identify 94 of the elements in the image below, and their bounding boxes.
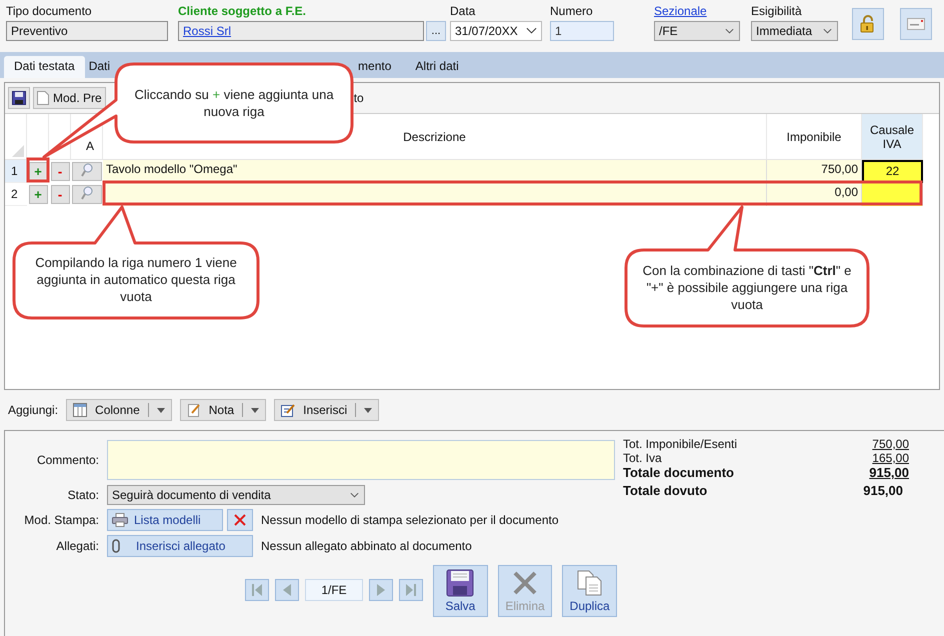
field-label: Tipo documento — [6, 4, 93, 19]
tab[interactable]: Dati — [86, 56, 112, 78]
column-header: Causale IVA — [862, 114, 923, 159]
total-value: 750,00 — [872, 437, 909, 451]
email-button[interactable] — [900, 8, 932, 40]
lock-button[interactable] — [852, 8, 884, 40]
model-list-button[interactable]: Lista modelli — [107, 509, 223, 531]
tab[interactable]: mento — [348, 56, 402, 78]
next-record-button[interactable] — [369, 579, 393, 601]
print-model-label: Mod. Stampa: — [23, 513, 99, 527]
record-field[interactable]: 1/FE — [305, 579, 363, 601]
table-icon — [73, 403, 88, 417]
caret-icon — [364, 408, 372, 412]
total-label: Tot. Iva — [623, 451, 662, 465]
highlight-frame — [26, 158, 50, 182]
floppy-icon — [12, 91, 26, 105]
copy-icon — [576, 569, 604, 597]
floppy-icon — [446, 569, 474, 597]
toolbar-text: to — [354, 91, 364, 105]
first-icon — [252, 584, 262, 596]
last-icon — [406, 584, 416, 596]
first-record-button[interactable] — [245, 579, 269, 601]
save-button[interactable]: Salva — [433, 565, 488, 617]
chevron-down-icon — [822, 27, 833, 35]
printer-icon — [112, 513, 128, 527]
column-header: A — [86, 139, 94, 153]
paperclip-icon — [112, 539, 120, 553]
table-cell[interactable]: 750,00 — [767, 160, 862, 183]
esigibilita-dropdown[interactable]: Immediata — [751, 21, 838, 41]
tab[interactable]: Altri dati — [405, 56, 469, 78]
total-label: Totale dovuto — [623, 483, 708, 498]
comment-field[interactable] — [107, 440, 615, 480]
chevron-down-icon — [724, 27, 735, 35]
document-icon — [37, 91, 49, 105]
add-dropdown-button[interactable]: Nota — [180, 399, 266, 421]
total-label: Totale documento — [623, 465, 734, 480]
comment-label: Commento: — [36, 453, 99, 467]
search-icon — [81, 163, 93, 177]
previous-icon — [283, 584, 291, 596]
field-label: Cliente soggetto a F.E. — [178, 4, 308, 19]
table-cell[interactable]: 22 — [862, 160, 923, 183]
total-value: 915,00 — [869, 465, 909, 480]
save-button[interactable] — [8, 87, 30, 109]
next-icon — [377, 584, 385, 596]
status-label: Stato: — [66, 488, 99, 502]
field-label: Data — [450, 4, 476, 19]
row-number: 2 — [5, 183, 27, 206]
row-number: 1 — [5, 160, 27, 183]
total-value: 165,00 — [872, 451, 909, 465]
edit-icon — [281, 403, 296, 417]
print-model-message: Nessun modello di stampa selezionato per il documento — [261, 513, 558, 527]
search-button[interactable] — [72, 162, 102, 181]
table-cell[interactable]: Tavolo modello "Omega" — [103, 160, 767, 183]
callout-text: Con la combinazione di tasti "Ctrl" e "+" è possibile aggiungere una riga vuota — [642, 262, 852, 313]
date-dropdown[interactable]: 31/07/20XX — [450, 21, 542, 41]
sezionale-link[interactable]: Sezionale — [654, 4, 740, 19]
tab[interactable]: Dati testata — [4, 56, 85, 78]
attachments-label: Allegati: — [55, 539, 99, 553]
x-icon — [511, 569, 539, 597]
caret-icon — [251, 408, 260, 412]
search-button[interactable] — [72, 185, 102, 204]
number-field[interactable]: 1 — [550, 21, 614, 41]
add-attachment-button[interactable]: Inserisci allegato — [107, 535, 253, 557]
last-record-button[interactable] — [399, 579, 423, 601]
note-pencil-icon — [186, 403, 201, 417]
clear-button[interactable] — [227, 509, 253, 531]
field-label: Esigibilità — [751, 4, 803, 19]
model-button[interactable]: Mod. Pre — [33, 87, 106, 109]
customer-field[interactable]: Rossi Srl — [178, 21, 424, 41]
duplicate-button[interactable]: Duplica — [562, 565, 618, 617]
padlock-icon — [860, 15, 876, 33]
previous-record-button[interactable] — [275, 579, 299, 601]
customer-link[interactable]: Rossi Srl — [183, 24, 232, 38]
status-dropdown[interactable]: Seguirà documento di vendita — [107, 485, 365, 505]
search-icon — [81, 186, 93, 200]
add-dropdown-button[interactable]: Inserisci — [274, 399, 380, 421]
total-value: 915,00 — [863, 483, 903, 498]
chevron-down-icon — [349, 491, 360, 499]
caret-icon — [156, 408, 165, 412]
add-dropdown-button[interactable]: Colonne — [66, 399, 172, 421]
close-icon — [234, 514, 246, 526]
browse-button[interactable]: ... — [426, 21, 446, 41]
attachments-message: Nessun allegato abbinato al documento — [261, 539, 472, 553]
remove-row-button[interactable]: - — [50, 185, 70, 204]
remove-row-button[interactable]: - — [50, 162, 70, 181]
total-label: Tot. Imponibile/Esenti — [623, 437, 738, 451]
corner-icon — [12, 145, 24, 157]
callout-text: Compilando la riga numero 1 viene aggiunta in automatico questa riga vuota — [34, 254, 238, 305]
sezionale-dropdown[interactable]: /FE — [654, 21, 740, 41]
add-label: Aggiungi: — [8, 403, 58, 417]
chevron-down-icon — [526, 27, 537, 35]
envelope-icon — [907, 18, 925, 30]
field-label: Numero — [550, 4, 594, 19]
document-type-field[interactable]: Preventivo — [6, 21, 168, 41]
